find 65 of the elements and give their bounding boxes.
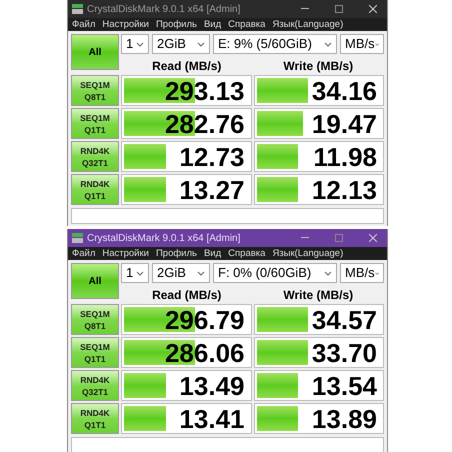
comment-field[interactable] bbox=[71, 208, 384, 224]
window-title: CrystalDiskMark 9.0.1 x64 [Admin] bbox=[87, 2, 242, 16]
write-header: Write (MB/s) bbox=[282, 59, 354, 73]
maximize-icon[interactable] bbox=[335, 5, 343, 13]
read-header: Read (MB/s) bbox=[151, 59, 222, 73]
comment-field[interactable] bbox=[71, 437, 384, 452]
chevron-down-icon bbox=[136, 270, 144, 276]
app-icon bbox=[72, 233, 83, 243]
result-value: 13.89 bbox=[312, 404, 377, 433]
menu-item[interactable]: Справка bbox=[228, 248, 266, 258]
window-title: CrystalDiskMark 9.0.1 x64 [Admin] bbox=[87, 232, 242, 246]
menu-item[interactable]: Вид bbox=[204, 248, 222, 258]
read-header: Read (MB/s) bbox=[151, 288, 222, 302]
test-button[interactable]: SEQ1M Q1T1 bbox=[71, 108, 119, 139]
test-button[interactable]: SEQ1M Q8T1 bbox=[71, 75, 119, 106]
result-value: 34.57 bbox=[312, 305, 377, 334]
test-button[interactable]: RND4K Q32T1 bbox=[71, 141, 119, 172]
chevron-down-icon bbox=[374, 270, 379, 276]
menu-item[interactable]: Файл bbox=[72, 20, 96, 30]
dropdown[interactable]: MB/s bbox=[340, 34, 384, 54]
chevron-down-icon bbox=[197, 42, 205, 46]
minimize-icon[interactable] bbox=[301, 237, 309, 239]
result-value: 13.41 bbox=[179, 404, 244, 433]
result-value: 13.27 bbox=[179, 175, 244, 204]
chevron-down-icon bbox=[324, 42, 332, 46]
chevron-down-icon bbox=[374, 42, 379, 46]
test-button[interactable]: RND4K Q1T1 bbox=[71, 174, 119, 205]
test-button[interactable]: SEQ1M Q8T1 bbox=[71, 304, 119, 335]
app-icon bbox=[72, 4, 83, 14]
minimize-icon[interactable] bbox=[301, 8, 309, 10]
result-value: 12.13 bbox=[312, 175, 377, 204]
menu-item[interactable]: Язык(Language) bbox=[272, 248, 344, 258]
menu-item[interactable]: Файл bbox=[72, 248, 96, 258]
result-value: 11.98 bbox=[313, 142, 377, 171]
all-button[interactable]: All bbox=[71, 34, 119, 70]
dropdown[interactable]: F: 0% (0/60GiB) bbox=[213, 263, 337, 283]
menu-item[interactable]: Язык(Language) bbox=[272, 20, 344, 30]
write-header: Write (MB/s) bbox=[282, 288, 354, 302]
menu-item[interactable]: Настройки bbox=[102, 20, 149, 30]
close-icon[interactable] bbox=[369, 5, 377, 13]
menu-item[interactable]: Профиль bbox=[156, 20, 197, 30]
menu-item[interactable]: Вид bbox=[204, 20, 222, 30]
result-value: 33.70 bbox=[312, 338, 377, 367]
menu-item[interactable]: Профиль bbox=[156, 248, 197, 258]
test-button[interactable]: RND4K Q32T1 bbox=[71, 370, 119, 401]
dropdown[interactable]: 1 bbox=[121, 34, 149, 54]
test-button[interactable]: RND4K Q1T1 bbox=[71, 403, 119, 434]
close-icon[interactable] bbox=[369, 234, 377, 242]
dropdown[interactable]: MB/s bbox=[340, 263, 384, 283]
dropdown[interactable]: E: 9% (5/60GiB) bbox=[213, 34, 337, 54]
chevron-down-icon bbox=[324, 270, 332, 276]
result-value: 13.54 bbox=[312, 371, 377, 400]
test-button[interactable]: SEQ1M Q1T1 bbox=[71, 337, 119, 368]
menu-item[interactable]: Справка bbox=[228, 20, 266, 30]
menu-item[interactable]: Настройки bbox=[102, 248, 149, 258]
chevron-down-icon bbox=[197, 270, 205, 276]
dropdown[interactable]: 2GiB bbox=[152, 263, 210, 283]
all-button[interactable]: All bbox=[71, 263, 119, 299]
dropdown[interactable]: 1 bbox=[121, 263, 149, 283]
chevron-down-icon bbox=[136, 42, 144, 46]
result-value: 13.49 bbox=[179, 371, 244, 400]
result-value: 12.73 bbox=[179, 142, 244, 171]
dropdown[interactable]: 2GiB bbox=[152, 34, 210, 54]
result-value: 19.47 bbox=[312, 109, 377, 138]
result-value: 34.16 bbox=[312, 76, 377, 105]
